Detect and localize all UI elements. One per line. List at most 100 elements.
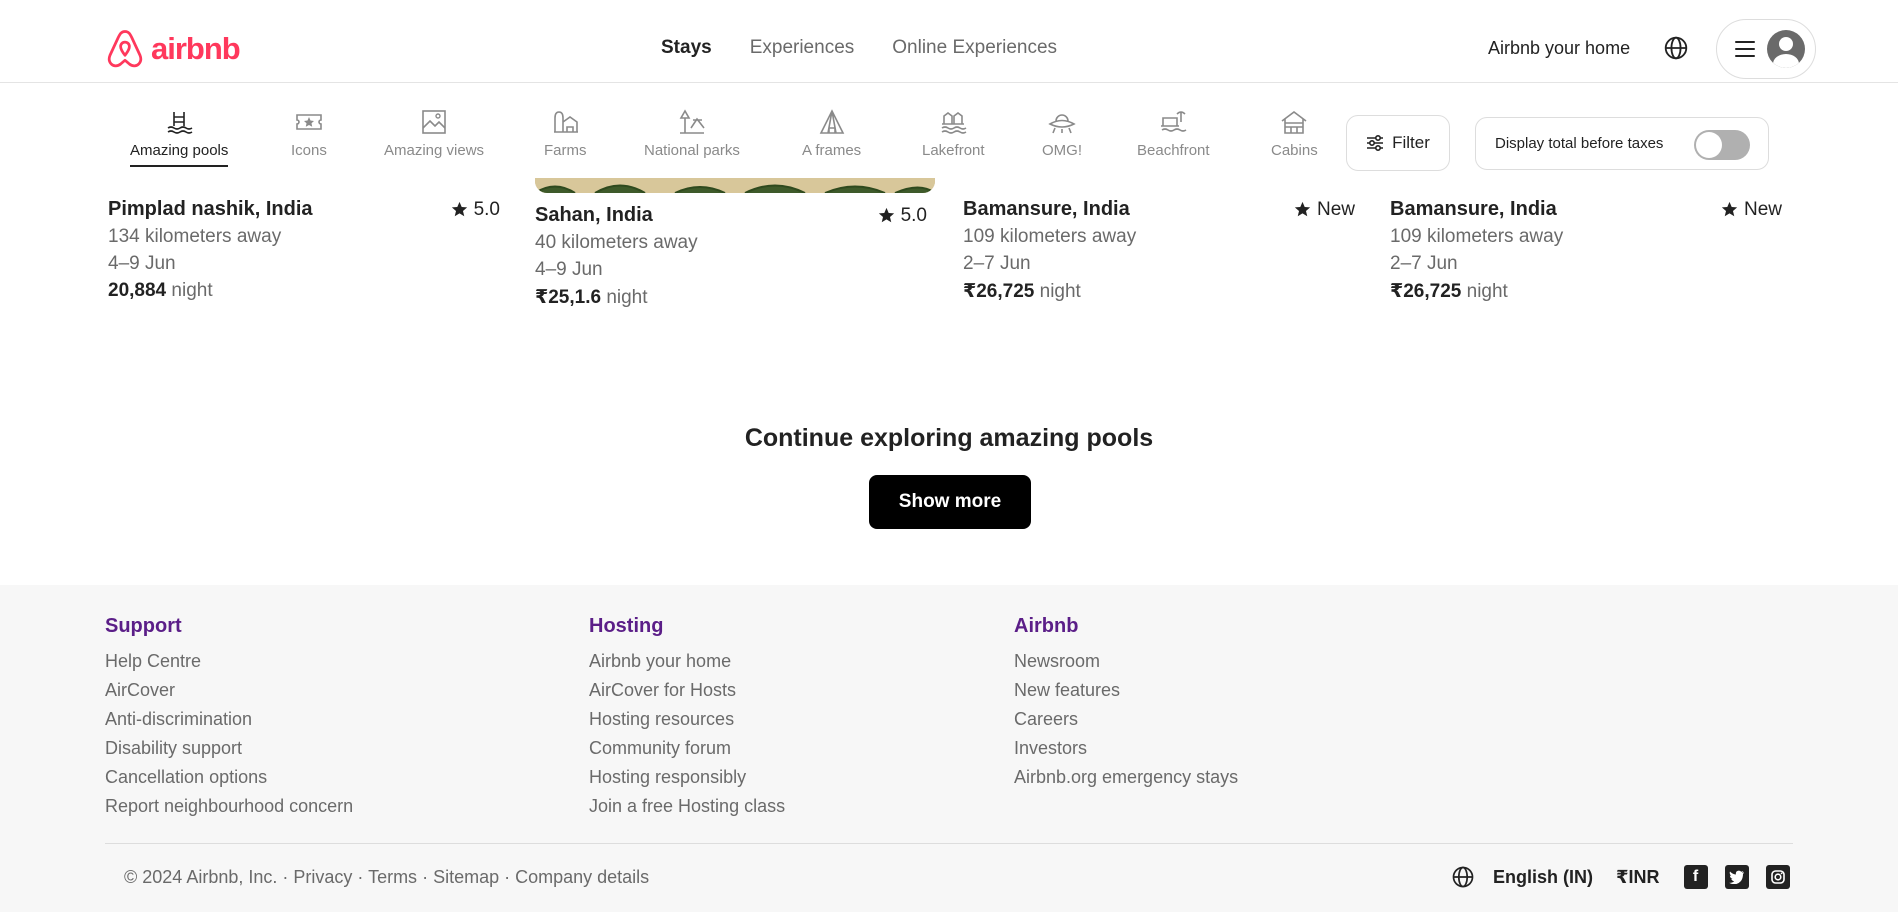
price-amount: ₹26,725 [963, 281, 1035, 302]
airbnb-your-home-link[interactable]: Airbnb your home [1488, 38, 1630, 59]
listing-distance: 134 kilometers away [108, 226, 282, 247]
listing-card[interactable]: Bamansure, India New 109 kilometers away… [1390, 198, 1782, 303]
nav-experiences[interactable]: Experiences [750, 37, 855, 59]
footer-link[interactable]: Cancellation options [105, 763, 353, 792]
instagram-icon[interactable] [1765, 865, 1790, 889]
category-label: Farms [544, 142, 587, 159]
listing-rating: New [1294, 199, 1355, 221]
footer-link[interactable]: AirCover [105, 676, 353, 705]
footer-heading: Airbnb [1014, 615, 1079, 637]
footer-settings: English (IN) ₹INR f [1451, 865, 1790, 889]
listing-dates: 2–7 Jun [963, 253, 1031, 274]
aframe-icon [819, 109, 844, 134]
category-icons[interactable]: Icons [291, 108, 327, 159]
footer-link[interactable]: Join a free Hosting class [589, 792, 785, 821]
filter-label: Filter [1392, 133, 1430, 152]
footer: Support Help Centre AirCover Anti-discri… [0, 585, 1898, 912]
listing-image-partial[interactable] [535, 178, 935, 193]
footer-link[interactable]: Investors [1014, 734, 1238, 763]
listing-dates: 4–9 Jun [108, 253, 176, 274]
cabin-icon [1281, 111, 1307, 134]
star-icon [1294, 201, 1311, 217]
listing-location: Sahan, India [535, 204, 653, 226]
category-beachfront[interactable]: Beachfront [1137, 108, 1210, 159]
footer-legal: © 2024 Airbnb, Inc. · Privacy · Terms · … [124, 867, 650, 887]
sitemap-link[interactable]: Sitemap [433, 867, 499, 887]
star-icon [1721, 201, 1738, 217]
terms-link[interactable]: Terms [368, 867, 417, 887]
listing-card[interactable]: Sahan, India 5.0 40 kilometers away 4–9 … [535, 204, 927, 309]
footer-column-hosting: Hosting Airbnb your home AirCover for Ho… [589, 615, 785, 821]
footer-link[interactable]: Newsroom [1014, 647, 1238, 676]
menu-icon [1735, 41, 1755, 57]
footer-link[interactable]: Airbnb your home [589, 647, 785, 676]
airbnb-logo[interactable]: airbnb [105, 28, 241, 70]
language-selector[interactable]: English (IN) [1493, 867, 1593, 888]
listing-price: ₹25,1.6 night [535, 286, 927, 309]
category-lakefront[interactable]: Lakefront [922, 108, 985, 159]
category-label: Icons [291, 142, 327, 159]
currency-selector[interactable]: ₹INR [1616, 867, 1660, 888]
listing-distance: 109 kilometers away [1390, 226, 1564, 247]
listing-price: ₹26,725 night [1390, 280, 1782, 303]
twitter-icon[interactable] [1724, 865, 1749, 889]
category-cabins[interactable]: Cabins [1271, 108, 1318, 159]
user-menu-button[interactable] [1716, 19, 1816, 79]
category-national-parks[interactable]: National parks [644, 108, 740, 159]
footer-link[interactable]: Airbnb.org emergency stays [1014, 763, 1238, 792]
footer-link[interactable]: Hosting resources [589, 705, 785, 734]
category-bar: Amazing pools Icons Amazing views Farms … [0, 84, 1898, 188]
listing-distance: 40 kilometers away [535, 232, 698, 253]
category-amazing-pools[interactable]: Amazing pools [130, 108, 229, 167]
taxes-display-box: Display total before taxes [1475, 117, 1769, 170]
company-details-link[interactable]: Company details [515, 867, 649, 887]
price-amount: ₹26,725 [1390, 281, 1462, 302]
filter-button[interactable]: Filter [1346, 115, 1450, 171]
category-a-frames[interactable]: A frames [802, 108, 861, 159]
category-label: National parks [644, 142, 740, 159]
footer-link[interactable]: Hosting responsibly [589, 763, 785, 792]
listing-card[interactable]: Pimplad nashik, India 5.0 134 kilometers… [108, 198, 500, 302]
copyright-text: © 2024 Airbnb, Inc. [124, 867, 278, 887]
nav-stays[interactable]: Stays [661, 37, 712, 59]
footer-link[interactable]: Anti-discrimination [105, 705, 353, 734]
listing-rating: 5.0 [451, 199, 500, 221]
footer-link[interactable]: AirCover for Hosts [589, 676, 785, 705]
listing-location: Bamansure, India [963, 198, 1130, 220]
sliders-icon [1367, 134, 1384, 152]
beach-icon [1161, 111, 1187, 132]
airbnb-logo-icon [107, 30, 143, 68]
listing-card[interactable]: Bamansure, India New 109 kilometers away… [963, 198, 1355, 303]
park-icon [679, 109, 705, 134]
listing-location: Pimplad nashik, India [108, 198, 313, 220]
globe-icon[interactable] [1663, 35, 1689, 61]
nav-online-experiences[interactable]: Online Experiences [892, 37, 1057, 59]
price-amount: 20,884 [108, 280, 167, 301]
user-avatar-icon [1767, 30, 1805, 68]
taxes-toggle[interactable] [1694, 130, 1750, 160]
ufo-icon [1048, 114, 1076, 134]
taxes-label: Display total before taxes [1495, 135, 1664, 152]
footer-link[interactable]: Community forum [589, 734, 785, 763]
show-more-button[interactable]: Show more [869, 475, 1031, 529]
category-amazing-views[interactable]: Amazing views [384, 108, 484, 159]
top-header: airbnb Stays Experiences Online Experien… [0, 0, 1898, 83]
price-suffix: night [166, 280, 213, 301]
rating-value: New [1316, 198, 1355, 220]
globe-icon[interactable] [1451, 865, 1475, 889]
star-icon [878, 207, 894, 223]
category-farms[interactable]: Farms [544, 108, 587, 159]
category-label: Amazing views [384, 142, 485, 159]
footer-link[interactable]: Careers [1014, 705, 1238, 734]
category-label: A frames [802, 142, 862, 159]
star-icon [451, 201, 467, 217]
category-omg[interactable]: OMG! [1042, 108, 1082, 159]
footer-link[interactable]: New features [1014, 676, 1238, 705]
facebook-icon[interactable]: f [1683, 865, 1708, 889]
main-nav: Stays Experiences Online Experiences [661, 37, 1057, 59]
footer-link[interactable]: Disability support [105, 734, 353, 763]
footer-link[interactable]: Report neighbourhood concern [105, 792, 353, 821]
footer-link[interactable]: Help Centre [105, 647, 353, 676]
privacy-link[interactable]: Privacy [293, 867, 352, 887]
lake-icon [941, 112, 967, 134]
